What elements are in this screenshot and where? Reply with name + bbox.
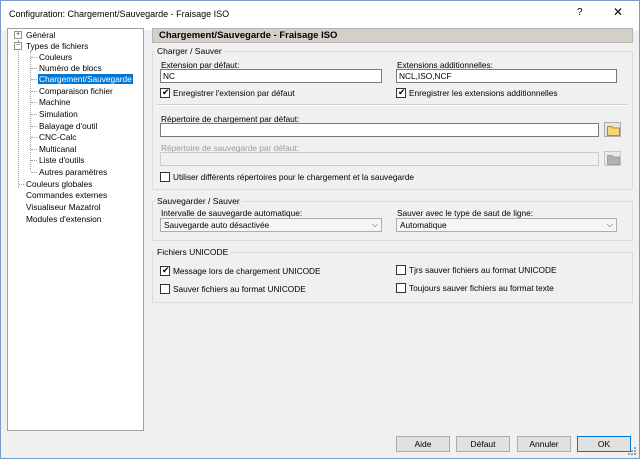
close-icon[interactable]: ✕: [613, 5, 623, 19]
ok-button[interactable]: OK: [577, 436, 631, 452]
default-ext-input[interactable]: NC: [160, 69, 382, 83]
linebreak-select[interactable]: Automatique ⌵: [396, 218, 617, 232]
folder-icon: [607, 155, 620, 165]
resize-grip-icon[interactable]: [627, 446, 637, 456]
cancel-button[interactable]: Annuler: [517, 436, 571, 452]
load-save-group-title: Charger / Sauver: [155, 46, 224, 56]
help-icon[interactable]: ?: [577, 7, 583, 18]
tree-item-multichannel[interactable]: Multicanal: [38, 144, 77, 155]
tree-item-simulation[interactable]: Simulation: [38, 109, 79, 120]
unicode-group: [152, 252, 633, 303]
tree-item-global-colors[interactable]: Couleurs globales: [25, 179, 93, 190]
tree-item-machine[interactable]: Machine: [38, 97, 71, 108]
folder-icon: [607, 126, 620, 136]
tree-item-block-numbers[interactable]: Numéro de blocs: [38, 63, 103, 74]
autosave-interval-select[interactable]: Sauvegarde auto désactivée ⌵: [160, 218, 382, 232]
tree-item-extension-modules[interactable]: Modules d'extension: [25, 214, 102, 225]
config-dialog: Configuration: Chargement/Sauvegarde - F…: [0, 0, 640, 459]
autosave-interval-label: Intervalle de sauvegarde automatique:: [161, 208, 303, 218]
additional-ext-input[interactable]: NCL,ISO,NCF: [396, 69, 617, 83]
default-button[interactable]: Défaut: [456, 436, 510, 452]
load-dir-input[interactable]: [160, 123, 599, 137]
help-button[interactable]: Aide: [396, 436, 450, 452]
tree-item-file-types[interactable]: Types de fichiers: [25, 41, 89, 52]
linebreak-label: Sauver avec le type de saut de ligne:: [397, 208, 534, 218]
browse-save-dir-button[interactable]: [604, 151, 621, 166]
unicode-group-title: Fichiers UNICODE: [155, 247, 231, 257]
tree-item-colors[interactable]: Couleurs: [38, 52, 73, 63]
separator: [158, 104, 627, 106]
panel-header: Chargement/Sauvegarde - Fraisage ISO: [152, 28, 633, 43]
chevron-down-icon: ⌵: [371, 220, 378, 229]
tree-item-external-commands[interactable]: Commandes externes: [25, 190, 108, 201]
tree-item-mazatrol-viewer[interactable]: Visualiseur Mazatrol: [25, 202, 102, 213]
config-tree[interactable]: + Général − Types de fichiers Couleurs N…: [7, 28, 144, 431]
tree-item-other-params[interactable]: Autres paramètres: [38, 167, 108, 178]
tree-item-file-compare[interactable]: Comparaison fichier: [38, 86, 114, 97]
tree-item-tool-list[interactable]: Liste d'outils: [38, 155, 85, 166]
browse-load-dir-button[interactable]: [604, 122, 621, 137]
tree-item-cnc-calc[interactable]: CNC-Calc: [38, 132, 77, 143]
tree-item-tool-sweep[interactable]: Balayage d'outil: [38, 121, 98, 132]
title-bar: Configuration: Chargement/Sauvegarde - F…: [1, 1, 639, 30]
autosave-group-title: Sauvegarder / Sauver: [155, 196, 242, 206]
panel-title: Chargement/Sauvegarde - Fraisage ISO: [159, 30, 338, 41]
save-dir-input[interactable]: [160, 152, 599, 166]
window-title: Configuration: Chargement/Sauvegarde - F…: [9, 9, 230, 19]
tree-item-general[interactable]: Général: [25, 30, 57, 41]
tree-item-load-save[interactable]: Chargement/Sauvegarde: [38, 74, 133, 85]
expand-icon[interactable]: +: [14, 31, 22, 39]
collapse-icon[interactable]: −: [14, 42, 22, 50]
chevron-down-icon: ⌵: [606, 220, 613, 229]
tree-line: [18, 40, 19, 188]
tree-line: [30, 51, 31, 171]
